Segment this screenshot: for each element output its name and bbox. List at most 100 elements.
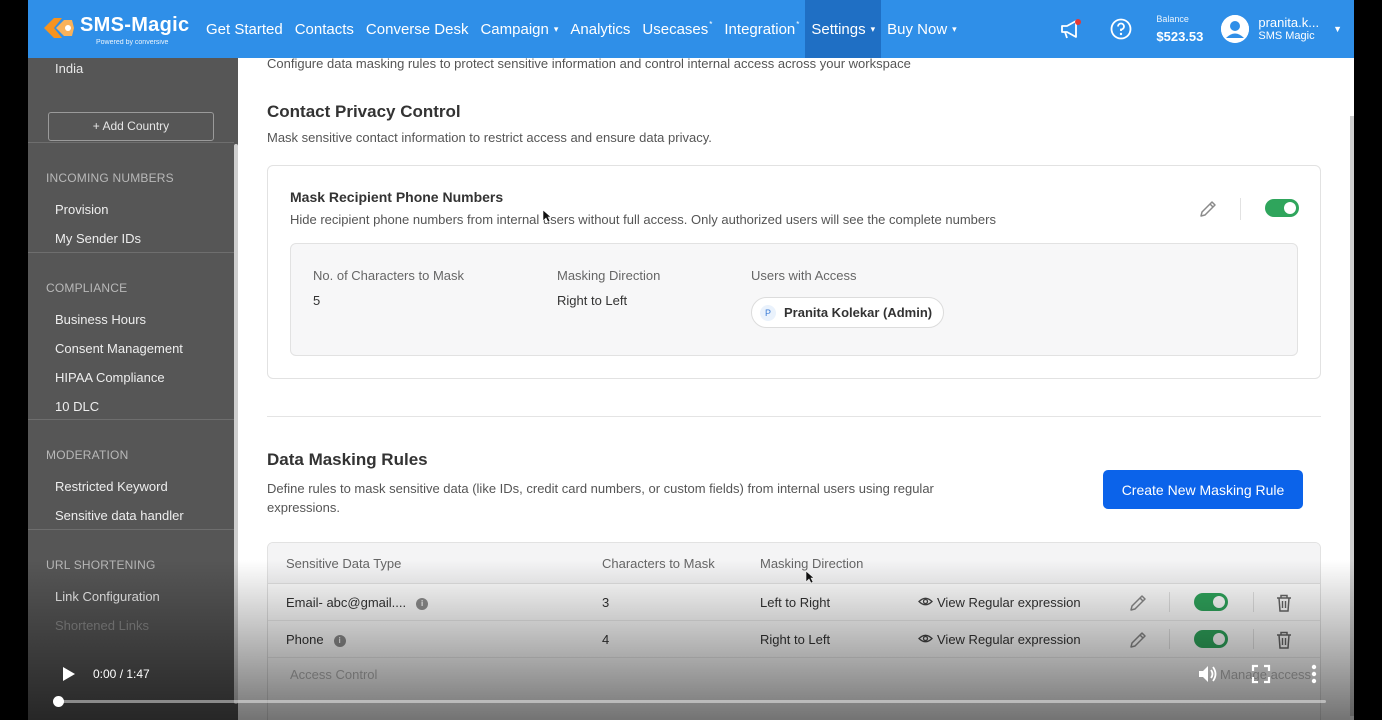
- nav-item-badge: *: [709, 19, 713, 29]
- page-intro: Configure data masking rules to protect …: [267, 58, 911, 71]
- cell-data-type: Email- abc@gmail.... i: [286, 595, 429, 610]
- sidebar-item-my-sender-ids[interactable]: My Sender IDs: [55, 231, 141, 246]
- brand-logo[interactable]: SMS-Magic Powered by conversive: [38, 0, 198, 58]
- contact-privacy-desc: Mask sensitive contact information to re…: [267, 130, 712, 145]
- sidebar-item-10-dlc[interactable]: 10 DLC: [55, 399, 99, 414]
- main-content: Configure data masking rules to protect …: [238, 58, 1354, 720]
- sidebar-section-heading: URL SHORTENING: [46, 558, 156, 572]
- sidebar-country[interactable]: India: [55, 61, 83, 76]
- sidebar-item-provision[interactable]: Provision: [55, 202, 108, 217]
- sidebar-item-restricted-keyword[interactable]: Restricted Keyword: [55, 479, 168, 494]
- video-time: 0:00 / 1:47: [93, 667, 150, 681]
- rule-toggle[interactable]: [1194, 593, 1228, 611]
- rule-toggle[interactable]: [1194, 630, 1228, 648]
- chevron-down-icon: ▼: [1333, 24, 1342, 34]
- cell-chars: 3: [602, 595, 610, 610]
- help-icon[interactable]: [1109, 17, 1133, 41]
- settings-sidebar: India + Add Country INCOMING NUMBERS Prov…: [28, 58, 238, 720]
- create-masking-rule-button[interactable]: Create New Masking Rule: [1103, 470, 1303, 509]
- divider: [1169, 629, 1170, 649]
- info-icon[interactable]: i: [333, 634, 346, 647]
- cell-chars: 4: [602, 632, 610, 647]
- user-access-name: Pranita Kolekar (Admin): [784, 305, 933, 320]
- main-scrollbar[interactable]: [1350, 116, 1354, 716]
- nav-item-label: Buy Now: [887, 20, 948, 38]
- user-access-chip[interactable]: P Pranita Kolekar (Admin): [751, 297, 945, 328]
- cell-data-type-text: Email- abc@gmail....: [286, 595, 407, 610]
- masking-direction-value: Right to Left: [557, 293, 628, 308]
- col-sensitive-data-type: Sensitive Data Type: [286, 556, 402, 571]
- top-nav: SMS-Magic Powered by conversive Get Star…: [28, 0, 1354, 58]
- nav-item-analytics[interactable]: Analytics: [564, 0, 636, 58]
- sidebar-divider: [28, 252, 234, 253]
- sms-magic-logo-icon: [44, 18, 74, 38]
- table-row: Phone i 4 Right to Left View Regular express…: [268, 621, 1320, 658]
- balance-label: Balance: [1156, 13, 1189, 24]
- video-progress-bar[interactable]: [58, 700, 1326, 703]
- sidebar-item-business-hours[interactable]: Business Hours: [55, 312, 146, 327]
- brand-name: SMS-Magic: [80, 14, 190, 36]
- volume-icon[interactable]: [1197, 663, 1219, 685]
- nav-item-label: Contacts: [294, 20, 354, 38]
- sidebar-section-heading: MODERATION: [46, 448, 129, 462]
- chars-to-mask-value: 5: [313, 293, 321, 308]
- nav-item-converse-desk[interactable]: Converse Desk: [360, 0, 475, 58]
- nav-item-label: Usecases: [642, 20, 709, 38]
- nav-item-buy-now[interactable]: Buy Now ▾: [881, 0, 963, 58]
- sidebar-item-shortened-links[interactable]: Shortened Links: [55, 618, 149, 633]
- view-regex-link[interactable]: View Regular expression: [918, 595, 1081, 610]
- cell-data-type: Phone i: [286, 632, 346, 647]
- divider: [1240, 198, 1241, 220]
- nav-item-badge: *: [796, 19, 800, 29]
- nav-item-get-started[interactable]: Get Started: [200, 0, 289, 58]
- faded-table-row: Access Control: [290, 667, 378, 682]
- nav-item-integration[interactable]: Integration *: [718, 0, 805, 58]
- col-chars-to-mask: Characters to Mask: [602, 556, 715, 571]
- nav-item-usecases[interactable]: Usecases *: [636, 0, 718, 58]
- edit-pencil-icon[interactable]: [1198, 199, 1218, 219]
- mask-phone-desc: Hide recipient phone numbers from intern…: [290, 212, 996, 227]
- trash-icon[interactable]: [1275, 593, 1293, 618]
- table-header: Sensitive Data Type Characters to Mask M…: [268, 543, 1320, 584]
- fullscreen-icon[interactable]: [1251, 664, 1271, 684]
- edit-pencil-icon[interactable]: [1128, 593, 1148, 618]
- view-regex-link[interactable]: View Regular expression: [918, 632, 1081, 647]
- divider: [1253, 592, 1254, 612]
- nav-item-contacts[interactable]: Contacts: [289, 0, 360, 58]
- cell-direction: Right to Left: [760, 632, 831, 647]
- add-country-button[interactable]: + Add Country: [48, 112, 214, 141]
- eye-icon: [918, 595, 937, 610]
- chevron-down-icon: ▾: [553, 23, 559, 34]
- users-access-label: Users with Access: [751, 268, 857, 283]
- more-options-icon[interactable]: [1305, 663, 1323, 685]
- nav-item-campaign[interactable]: Campaign ▾: [474, 0, 564, 58]
- announcement-icon[interactable]: [1059, 17, 1083, 41]
- col-masking-direction: Masking Direction: [760, 556, 864, 571]
- nav-item-settings[interactable]: Settings ▾: [805, 0, 882, 58]
- sidebar-item-sensitive-data-handler[interactable]: Sensitive data handler: [55, 508, 184, 523]
- sidebar-divider: [28, 419, 234, 420]
- info-icon[interactable]: i: [416, 597, 429, 610]
- nav-item-label: Settings: [811, 20, 866, 38]
- divider: [1253, 629, 1254, 649]
- sidebar-item-consent-management[interactable]: Consent Management: [55, 341, 183, 356]
- nav-item-label: Analytics: [570, 20, 631, 38]
- video-progress-knob[interactable]: [53, 696, 64, 707]
- user-initial: P: [760, 304, 776, 321]
- masking-direction-label: Masking Direction: [557, 268, 661, 283]
- app-frame: SMS-Magic Powered by conversive Get Star…: [28, 0, 1354, 720]
- edit-pencil-icon[interactable]: [1128, 630, 1148, 655]
- trash-icon[interactable]: [1275, 630, 1293, 655]
- sidebar-item-hipaa-compliance[interactable]: HIPAA Compliance: [55, 370, 165, 385]
- chevron-down-icon: ▾: [870, 23, 876, 34]
- section-divider: [267, 416, 1321, 417]
- mask-phone-toggle[interactable]: [1265, 199, 1299, 217]
- sidebar-item-link-configuration[interactable]: Link Configuration: [55, 589, 160, 604]
- data-masking-desc: Define rules to mask sensitive data (lik…: [267, 481, 934, 515]
- sidebar-section-heading: INCOMING NUMBERS: [46, 171, 174, 185]
- balance-widget[interactable]: Balance $523.53: [1156, 14, 1203, 44]
- user-avatar-icon: [1221, 15, 1250, 43]
- play-icon[interactable]: [58, 664, 78, 684]
- user-menu[interactable]: pranita.k... SMS Magic ▼: [1221, 15, 1342, 43]
- sidebar-section-heading: COMPLIANCE: [46, 281, 128, 295]
